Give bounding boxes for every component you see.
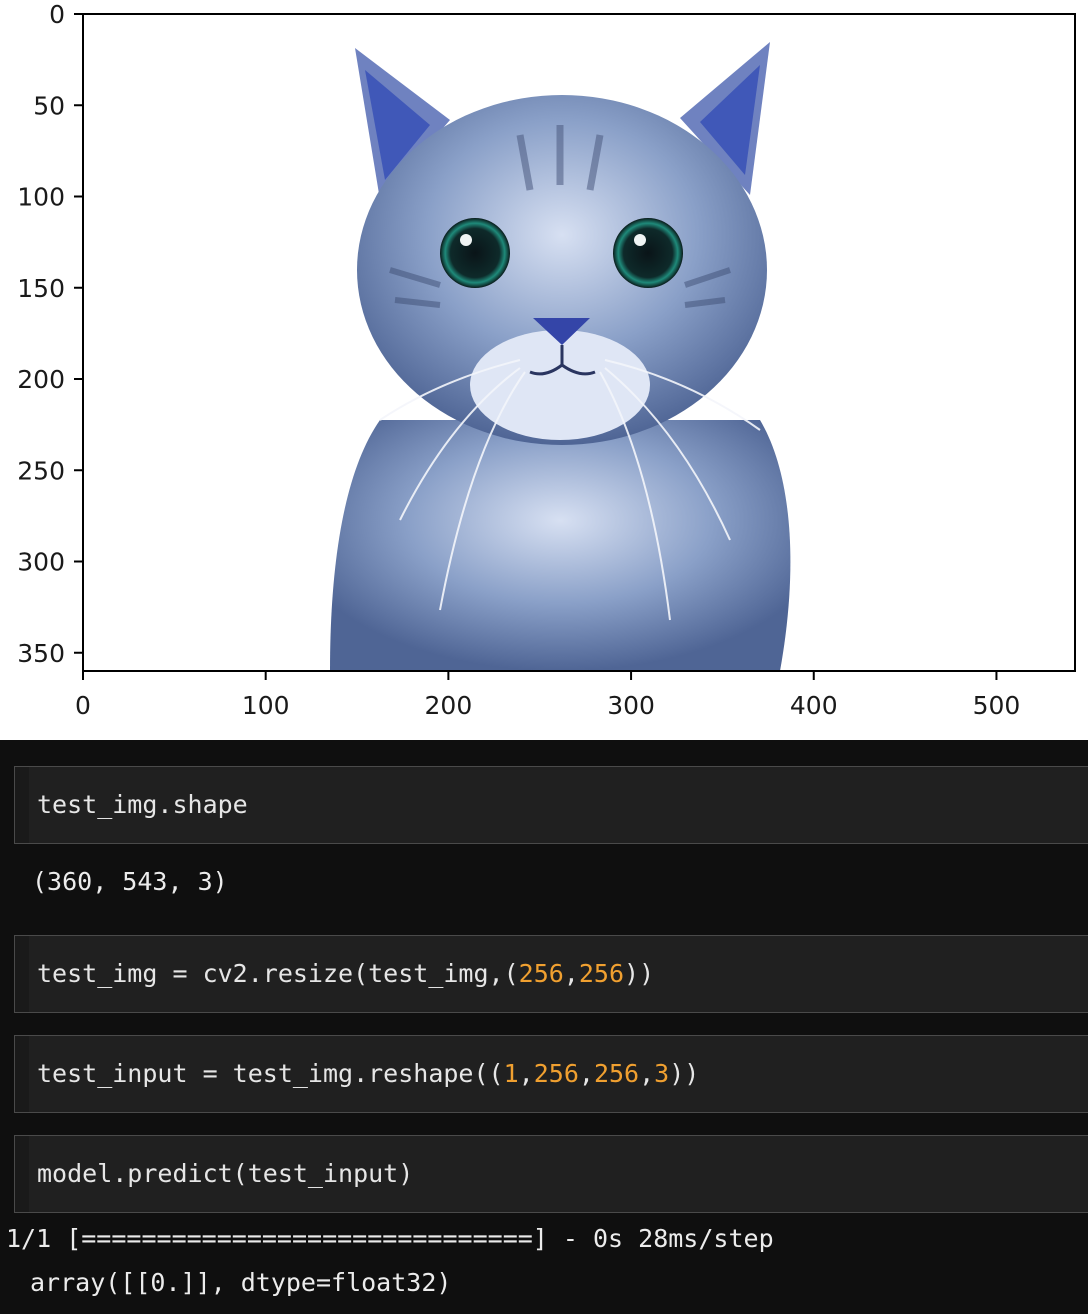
cell-code[interactable]: test_img = cv2.resize(test_img,(256,256)… <box>37 936 654 1011</box>
y-tick-label: 300 <box>17 548 65 577</box>
number-literal: 256 <box>593 1059 640 1088</box>
cell-gutter <box>15 1036 29 1112</box>
code-token: )) <box>669 1059 700 1088</box>
code-cell-shape[interactable]: test_img.shape <box>14 766 1088 844</box>
cell-gutter <box>15 936 29 1012</box>
y-axis: 0 50 100 150 200 250 300 350 <box>17 0 83 668</box>
cat-photo-image <box>330 42 791 671</box>
code-token: model.predict(test_input) <box>37 1159 414 1188</box>
x-tick-label: 500 <box>973 691 1021 720</box>
code-token: test_img.shape <box>37 790 248 819</box>
plot-svg: 0 100 200 300 400 500 0 50 100 150 200 250 300 350 <box>17 0 1076 720</box>
x-tick-label: 400 <box>790 691 838 720</box>
y-tick-label: 250 <box>17 456 65 485</box>
shape-output: (360, 543, 3) <box>32 867 228 896</box>
code-token: , <box>563 959 579 988</box>
x-tick-label: 100 <box>242 691 290 720</box>
number-literal: 1 <box>503 1059 519 1088</box>
predict-output: array([[0.]], dtype=float32) <box>30 1268 452 1297</box>
y-tick-label: 100 <box>17 183 65 212</box>
code-cell-predict[interactable]: model.predict(test_input) <box>14 1135 1088 1213</box>
number-literal: 256 <box>578 959 625 988</box>
x-axis: 0 100 200 300 400 500 <box>75 671 1020 720</box>
code-token: test_img = cv2.resize(test_img,( <box>37 959 519 988</box>
x-tick-label: 300 <box>607 691 655 720</box>
number-literal: 256 <box>533 1059 579 1088</box>
number-literal: 256 <box>518 959 564 988</box>
code-cell-resize[interactable]: test_img = cv2.resize(test_img,(256,256)… <box>14 935 1088 1013</box>
notebook-cells: test_img.shape (360, 543, 3) test_img = … <box>0 740 1088 1314</box>
x-tick-label: 0 <box>75 691 91 720</box>
code-token: test_input = test_img.reshape(( <box>37 1059 504 1088</box>
code-token: )) <box>624 959 655 988</box>
progress-output: 1/1 [==============================] - 0… <box>6 1224 774 1253</box>
cell-code[interactable]: model.predict(test_input) <box>37 1136 413 1211</box>
cell-code[interactable]: test_input = test_img.reshape((1,256,256… <box>37 1036 699 1111</box>
y-tick-label: 50 <box>33 91 65 120</box>
x-tick-label: 200 <box>425 691 473 720</box>
code-cell-reshape[interactable]: test_input = test_img.reshape((1,256,256… <box>14 1035 1088 1113</box>
cell-gutter <box>15 1136 29 1212</box>
image-plot: 0 100 200 300 400 500 0 50 100 150 200 250 300 350 <box>0 0 1088 740</box>
y-tick-label: 350 <box>17 639 65 668</box>
cell-gutter <box>15 767 29 843</box>
y-tick-label: 0 <box>49 0 65 29</box>
code-token: , <box>578 1059 594 1088</box>
number-literal: 3 <box>654 1059 670 1088</box>
code-token: , <box>639 1059 655 1088</box>
y-tick-label: 200 <box>17 365 65 394</box>
code-token: , <box>518 1059 534 1088</box>
y-tick-label: 150 <box>17 274 65 303</box>
cell-code[interactable]: test_img.shape <box>37 767 248 842</box>
